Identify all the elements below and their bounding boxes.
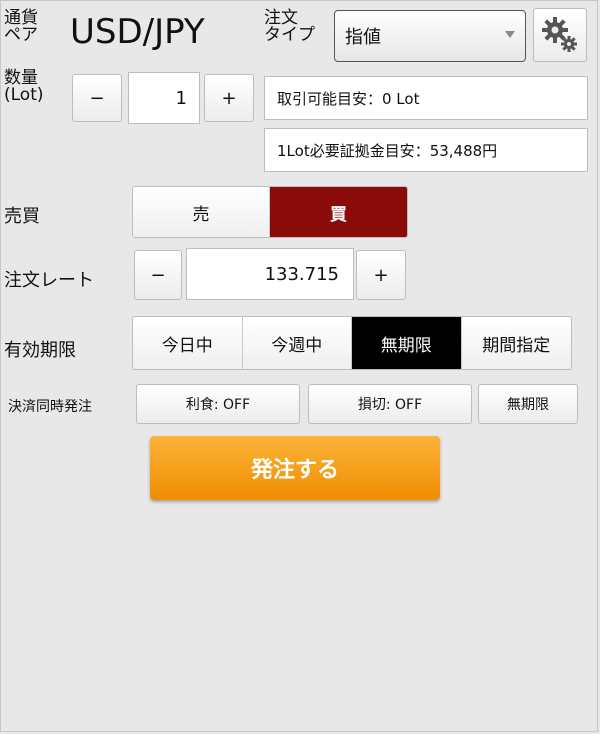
pair-value[interactable]: USD/JPY bbox=[70, 12, 205, 52]
expiry-option-today[interactable]: 今日中 bbox=[133, 317, 243, 369]
order-type-label: 注文 タイプ bbox=[264, 10, 315, 44]
quantity-input[interactable]: 1 bbox=[128, 72, 200, 124]
expiry-option-period[interactable]: 期間指定 bbox=[461, 317, 571, 369]
margin-estimate: 1Lot必要証拠金目安：53,488円 bbox=[264, 128, 588, 172]
settlement-term-button[interactable]: 無期限 bbox=[478, 384, 578, 424]
rate-input[interactable]: 133.715 bbox=[186, 248, 354, 300]
stop-loss-button[interactable]: 損切: OFF bbox=[308, 384, 472, 424]
quantity-minus-button[interactable]: − bbox=[72, 74, 122, 122]
pair-label-line2: ペア bbox=[4, 25, 38, 45]
quantity-label-line2: (Lot) bbox=[4, 85, 44, 105]
order-type-selected: 指値 bbox=[345, 27, 381, 48]
side-label: 売買 bbox=[4, 206, 40, 227]
rate-label: 注文レート bbox=[4, 270, 94, 291]
order-type-label-line2: タイプ bbox=[264, 25, 315, 45]
sell-option[interactable]: 売 bbox=[133, 187, 270, 237]
quantity-plus-button[interactable]: + bbox=[204, 74, 254, 122]
tradable-estimate: 取引可能目安：0 Lot bbox=[264, 76, 588, 120]
settings-button[interactable] bbox=[533, 8, 587, 62]
buy-option[interactable]: 買 bbox=[270, 187, 407, 237]
pair-label: 通貨 ペア bbox=[4, 10, 38, 44]
expiry-toggle: 今日中 今週中 無期限 期間指定 bbox=[132, 316, 572, 370]
submit-order-button[interactable]: 発注する bbox=[150, 436, 440, 500]
expiry-label: 有効期限 bbox=[4, 340, 76, 361]
chevron-down-icon bbox=[505, 31, 515, 38]
order-type-select[interactable]: 指値 bbox=[334, 10, 526, 62]
gear-icon bbox=[542, 17, 577, 52]
settlement-label: 決済同時発注 bbox=[8, 399, 92, 415]
expiry-option-week[interactable]: 今週中 bbox=[242, 317, 352, 369]
rate-plus-button[interactable]: + bbox=[356, 250, 406, 300]
side-toggle: 売 買 bbox=[132, 186, 408, 238]
expiry-option-indefinite[interactable]: 無期限 bbox=[352, 317, 462, 369]
take-profit-button[interactable]: 利食: OFF bbox=[136, 384, 300, 424]
rate-minus-button[interactable]: − bbox=[134, 250, 182, 300]
quantity-label: 数量 (Lot) bbox=[4, 70, 44, 104]
